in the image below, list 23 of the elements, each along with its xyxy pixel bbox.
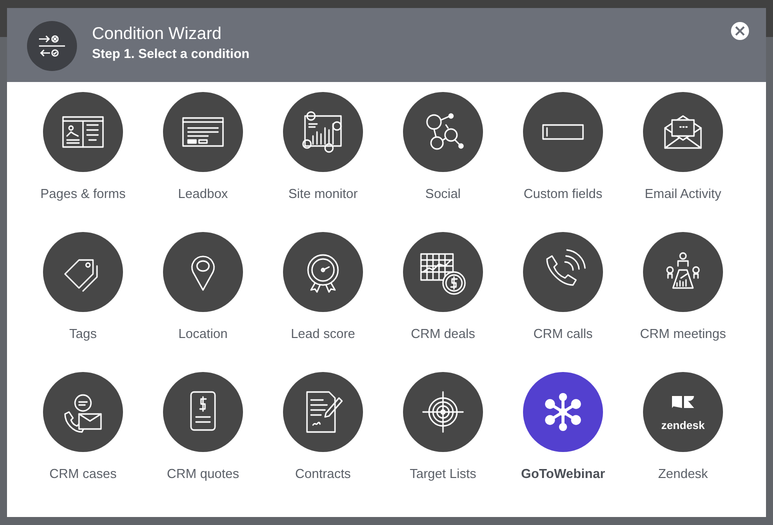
condition-tile[interactable]: Social xyxy=(383,92,503,220)
condition-tile[interactable]: Email Activity xyxy=(623,92,743,220)
swap-arrows-icon xyxy=(27,21,77,71)
condition-tile[interactable]: Location xyxy=(143,232,263,360)
condition-tile[interactable]: Pages & forms xyxy=(23,92,143,220)
condition-tile[interactable]: CRM quotes xyxy=(143,372,263,500)
condition-tile[interactable]: Custom fields xyxy=(503,92,623,220)
condition-tile[interactable]: GoToWebinar xyxy=(503,372,623,500)
step-subtitle: Step 1. Select a condition xyxy=(92,46,250,60)
condition-tile[interactable]: CRM calls xyxy=(503,232,623,360)
window-title: Condition Wizard xyxy=(92,24,222,44)
condition-tile[interactable]: CRM cases xyxy=(23,372,143,500)
condition-tile[interactable]: Target Lists xyxy=(383,372,503,500)
condition-tile[interactable]: Contracts xyxy=(263,372,383,500)
condition-tile[interactable]: Tags xyxy=(23,232,143,360)
condition-tile[interactable]: zendesk Zendesk xyxy=(623,372,743,500)
zendesk-wordmark: zendesk xyxy=(661,420,705,432)
condition-tile[interactable]: CRM meetings xyxy=(623,232,743,360)
condition-tile[interactable]: Lead score xyxy=(263,232,383,360)
condition-tile[interactable]: Site monitor xyxy=(263,92,383,220)
condition-tile[interactable]: Leadbox xyxy=(143,92,263,220)
condition-tile[interactable]: CRM deals xyxy=(383,232,503,360)
close-button[interactable]: × xyxy=(731,22,749,40)
